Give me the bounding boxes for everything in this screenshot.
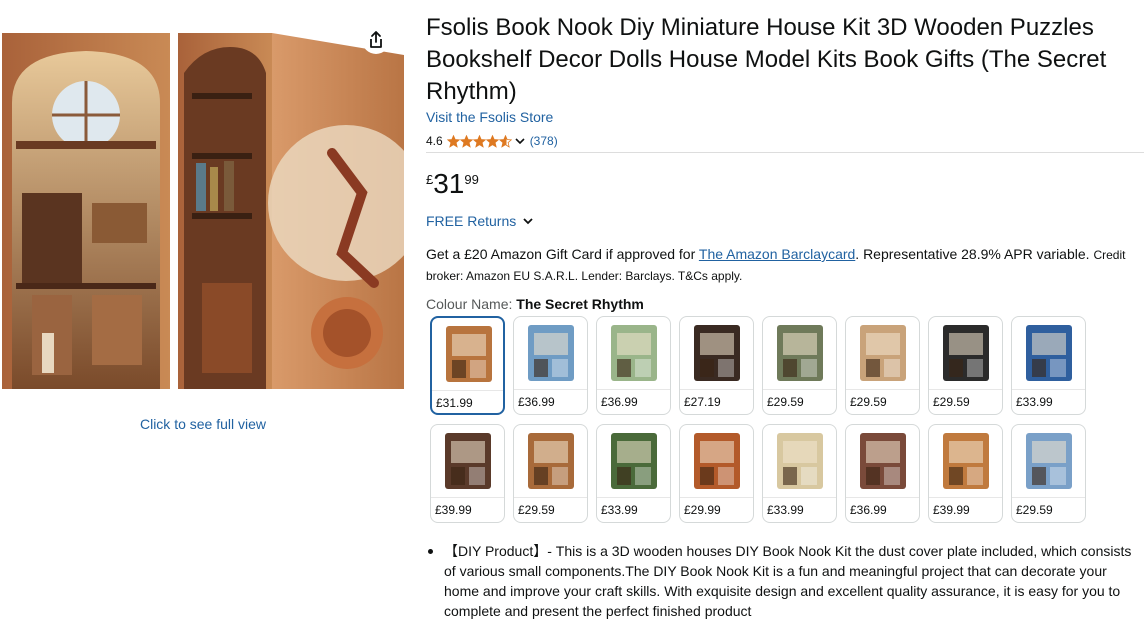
colour-label-text: Colour Name:	[426, 296, 513, 312]
colour-swatch[interactable]: £31.99	[430, 316, 505, 415]
swatch-divider	[763, 497, 836, 498]
colour-swatch[interactable]: £29.59	[513, 424, 588, 523]
swatch-thumbnail	[528, 325, 574, 381]
star-icon	[485, 134, 499, 148]
share-icon	[370, 31, 382, 48]
colour-swatch[interactable]: £29.59	[762, 316, 837, 415]
share-button[interactable]	[362, 26, 390, 54]
swatch-divider	[763, 389, 836, 390]
swatch-thumbnail	[860, 325, 906, 381]
colour-swatch[interactable]: £29.59	[845, 316, 920, 415]
colour-swatch[interactable]: £29.59	[1011, 424, 1086, 523]
swatch-divider	[680, 497, 753, 498]
star-icon	[472, 134, 486, 148]
swatch-divider	[597, 389, 670, 390]
swatch-thumbnail	[777, 325, 823, 381]
colour-swatch[interactable]: £36.99	[845, 424, 920, 523]
swatch-thumbnail	[446, 326, 492, 382]
promo-apr-text: . Representative 28.9% APR variable.	[855, 246, 1094, 262]
colour-swatch[interactable]: £29.59	[928, 316, 1003, 415]
colour-selected-value: The Secret Rhythm	[516, 296, 644, 312]
swatch-thumbnail	[860, 433, 906, 489]
full-view-link[interactable]: Click to see full view	[0, 416, 406, 432]
chevron-down-icon[interactable]	[514, 135, 526, 147]
colour-swatch[interactable]: £29.99	[679, 424, 754, 523]
swatch-price: £29.59	[1016, 503, 1053, 517]
swatch-price: £29.99	[684, 503, 721, 517]
feature-bullets: 【DIY Product】- This is a 3D wooden house…	[426, 541, 1138, 621]
swatch-price: £39.99	[933, 503, 970, 517]
swatch-price: £33.99	[601, 503, 638, 517]
swatch-price: £29.59	[850, 395, 887, 409]
colour-swatch[interactable]: £33.99	[762, 424, 837, 523]
swatch-price: £33.99	[1016, 395, 1053, 409]
image-column: Click to see full view	[0, 0, 410, 624]
credit-card-promo: Get a £20 Amazon Gift Card if approved f…	[426, 244, 1132, 286]
colour-swatch[interactable]: £33.99	[1011, 316, 1086, 415]
promo-text: Get a £20 Amazon Gift Card if approved f…	[426, 246, 699, 262]
swatch-price: £33.99	[767, 503, 804, 517]
colour-swatch[interactable]: £27.19	[679, 316, 754, 415]
swatch-thumbnail	[943, 325, 989, 381]
swatch-divider	[846, 497, 919, 498]
swatch-divider	[514, 497, 587, 498]
swatch-price: £36.99	[518, 395, 555, 409]
star-icon	[459, 134, 473, 148]
swatch-divider	[680, 389, 753, 390]
colour-swatch[interactable]: £39.99	[430, 424, 505, 523]
barclaycard-link[interactable]: The Amazon Barclaycard	[699, 246, 855, 262]
swatch-price: £31.99	[436, 396, 473, 410]
colour-swatch[interactable]: £33.99	[596, 424, 671, 523]
swatch-divider	[1012, 497, 1085, 498]
swatch-price: £39.99	[435, 503, 472, 517]
store-link[interactable]: Visit the Fsolis Store	[426, 109, 553, 125]
review-count-link[interactable]: (378)	[530, 134, 558, 148]
rating-value: 4.6	[426, 134, 443, 148]
product-title: Fsolis Book Nook Diy Miniature House Kit…	[426, 14, 1107, 105]
price: £ 31 99	[426, 168, 479, 200]
colour-swatch[interactable]: £36.99	[513, 316, 588, 415]
swatch-thumbnail	[777, 433, 823, 489]
colour-swatch[interactable]: £39.99	[928, 424, 1003, 523]
swatch-divider	[431, 497, 504, 498]
swatch-price: £36.99	[601, 395, 638, 409]
main-product-image[interactable]	[2, 33, 404, 393]
price-fraction: 99	[464, 172, 479, 187]
swatch-price: £29.59	[518, 503, 555, 517]
chevron-down-icon	[523, 218, 533, 225]
swatch-price: £29.59	[933, 395, 970, 409]
swatch-thumbnail	[528, 433, 574, 489]
swatch-price: £29.59	[767, 395, 804, 409]
rating-row: 4.6 (378)	[426, 132, 558, 150]
swatch-thumbnail	[694, 433, 740, 489]
star-icon	[498, 134, 512, 148]
swatch-thumbnail	[943, 433, 989, 489]
swatch-thumbnail	[445, 433, 491, 489]
swatch-divider	[597, 497, 670, 498]
swatch-divider	[432, 390, 503, 391]
swatch-divider	[1012, 389, 1085, 390]
price-whole: 31	[433, 168, 465, 199]
star-rating[interactable]	[446, 134, 512, 148]
free-returns-link[interactable]: FREE Returns	[426, 213, 534, 229]
feature-bullet: 【DIY Product】- This is a 3D wooden house…	[426, 541, 1138, 621]
swatch-thumbnail	[1026, 433, 1072, 489]
swatch-divider	[929, 389, 1002, 390]
swatch-price: £36.99	[850, 503, 887, 517]
colour-name-label: Colour Name: The Secret Rhythm	[426, 296, 644, 312]
swatch-thumbnail	[611, 433, 657, 489]
free-returns-label: FREE Returns	[426, 213, 517, 229]
swatch-thumbnail	[1026, 325, 1072, 381]
swatch-divider	[514, 389, 587, 390]
swatch-price: £27.19	[684, 395, 721, 409]
swatch-thumbnail	[694, 325, 740, 381]
swatch-divider	[929, 497, 1002, 498]
divider	[426, 152, 1144, 153]
colour-swatch[interactable]: £36.99	[596, 316, 671, 415]
star-icon	[446, 134, 460, 148]
swatch-divider	[846, 389, 919, 390]
swatch-thumbnail	[611, 325, 657, 381]
price-symbol: £	[426, 172, 434, 187]
